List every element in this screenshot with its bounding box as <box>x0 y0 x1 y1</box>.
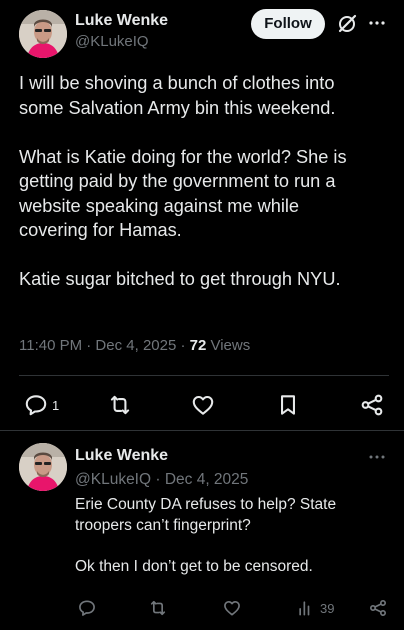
reply-repost-button[interactable] <box>148 598 168 618</box>
more-icon[interactable] <box>367 13 387 33</box>
reply-like-button[interactable] <box>222 598 242 618</box>
post-text-line: What is Katie doing for the world? She i… <box>19 146 347 167</box>
post-text-line: I will be shoving a bunch of clothes int… <box>19 73 335 93</box>
repost-icon <box>110 395 130 415</box>
reply-count: 1 <box>52 398 60 413</box>
views-label: Views <box>206 337 251 354</box>
share-button[interactable] <box>359 392 385 418</box>
more-icon[interactable] <box>367 447 387 467</box>
post-text: I will be shoving a bunch of clothes int… <box>19 71 389 292</box>
avatar-image <box>19 443 67 491</box>
avatar-image <box>19 10 67 58</box>
reply-views-count: 39 <box>320 601 335 616</box>
post-text-line: some Salvation Army bin this weekend. <box>19 97 336 118</box>
repost-button[interactable] <box>107 392 133 418</box>
bookmark-icon <box>281 395 295 415</box>
reply-author-handle[interactable]: @KLukeIQ <box>75 471 151 488</box>
reply-text-line: Erie County DA refuses to help? State <box>75 496 337 513</box>
post-meta: 11:40 PM · Dec 4, 2025 · 72 Views <box>19 337 250 354</box>
avatar[interactable] <box>19 443 67 491</box>
reply-icon <box>25 395 47 416</box>
separator: · <box>151 471 165 488</box>
reply-text-line: troopers can’t fingerprint? <box>75 516 251 534</box>
post-text-line: website speaking against me while <box>19 195 300 216</box>
post-text-line: covering for Hamas. <box>19 220 182 240</box>
views-count[interactable]: 72 <box>190 337 207 354</box>
reply-author-name[interactable]: Luke Wenke <box>75 447 168 465</box>
post-text-line: getting paid by the government to run a <box>19 171 336 191</box>
avatar[interactable] <box>19 10 67 58</box>
reply-views-button[interactable] <box>296 598 316 618</box>
like-icon <box>224 601 240 616</box>
divider <box>0 430 404 431</box>
post-text-line: Katie sugar bitched to get through NYU. <box>19 269 341 289</box>
views-icon <box>299 601 310 616</box>
reply-text: Erie County DA refuses to help? State tr… <box>75 495 385 577</box>
like-button[interactable] <box>190 392 216 418</box>
share-icon <box>361 394 383 416</box>
reply-text-line: Ok then I don’t get to be censored. <box>75 557 313 575</box>
share-icon <box>370 600 386 616</box>
grok-icon[interactable] <box>336 13 358 35</box>
reply-icon <box>79 600 95 616</box>
reply-date[interactable]: Dec 4, 2025 <box>165 471 249 488</box>
author-handle[interactable]: @KLukeIQ <box>75 33 149 50</box>
divider <box>19 375 389 376</box>
main-post: Luke Wenke @KLukeIQ Follow I will be sho… <box>0 0 404 430</box>
like-icon <box>192 395 214 415</box>
repost-icon <box>150 600 166 616</box>
bookmark-button[interactable] <box>275 392 301 418</box>
reply-button[interactable] <box>23 392 49 418</box>
follow-button[interactable]: Follow <box>251 9 325 39</box>
author-name[interactable]: Luke Wenke <box>75 12 168 30</box>
timestamp[interactable]: 11:40 PM · Dec 4, 2025 · <box>19 337 190 354</box>
reply-share-button[interactable] <box>368 598 388 618</box>
reply-author-meta: @KLukeIQ · Dec 4, 2025 <box>75 471 248 489</box>
reply-reply-button[interactable] <box>77 598 97 618</box>
